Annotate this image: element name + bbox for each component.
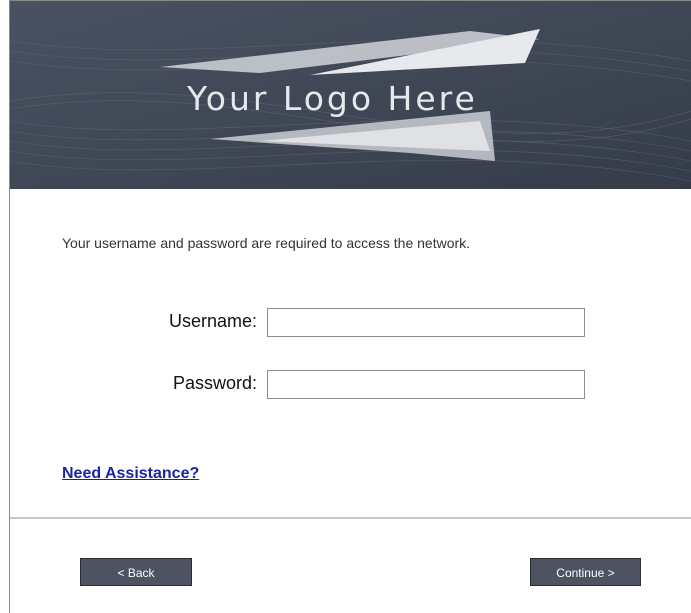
login-page: Your Logo Here Your username and passwor… (9, 0, 691, 613)
intro-text: Your username and password are required … (62, 235, 471, 251)
continue-button[interactable]: Continue > (530, 558, 641, 586)
password-label: Password: (172, 373, 257, 393)
need-assistance-link[interactable]: Need Assistance? (62, 465, 199, 483)
logo-text: Your Logo Here (187, 79, 478, 118)
password-field[interactable] (267, 370, 585, 399)
username-label: Username: (168, 311, 257, 331)
back-button[interactable]: < Back (80, 558, 192, 586)
header-banner: Your Logo Here (10, 1, 691, 189)
username-field[interactable] (267, 308, 585, 337)
footer-divider (10, 517, 691, 519)
